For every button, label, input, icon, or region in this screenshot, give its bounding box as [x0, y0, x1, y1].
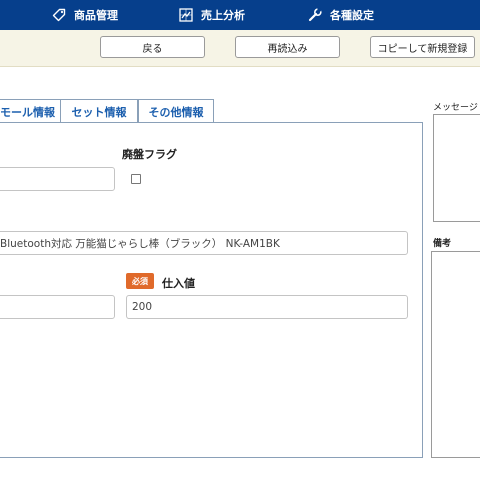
nav-products[interactable]: 商品管理 — [52, 0, 118, 30]
action-toolbar: 戻る 再読込み コピーして新規登録 — [0, 30, 480, 67]
copy-new-button[interactable]: コピーして新規登録 — [370, 36, 475, 58]
price-field[interactable] — [0, 295, 115, 319]
tab-other-info[interactable]: その他情報 — [138, 99, 214, 123]
left-text-field[interactable] — [0, 167, 115, 191]
message-box[interactable] — [433, 114, 480, 222]
nav-products-label: 商品管理 — [74, 9, 118, 22]
nav-sales-label: 売上分析 — [201, 9, 245, 22]
nav-settings[interactable]: 各種設定 — [308, 0, 374, 30]
discontinued-checkbox[interactable] — [131, 174, 141, 184]
reload-button[interactable]: 再読込み — [235, 36, 340, 58]
required-badge: 必須 — [126, 273, 154, 289]
tab-mall-info[interactable]: モール情報 — [0, 99, 61, 123]
notes-textarea[interactable] — [431, 251, 480, 458]
nav-sales[interactable]: 売上分析 — [179, 0, 245, 30]
top-navigation-bar: 商品管理 売上分析 各種設定 — [0, 0, 480, 30]
discontinued-flag-label: 廃盤フラグ — [122, 148, 177, 161]
nav-settings-label: 各種設定 — [330, 9, 374, 22]
chart-icon — [179, 8, 193, 22]
product-name-field[interactable]: Bluetooth対応 万能猫じゃらし棒（ブラック） NK-AM1BK — [0, 231, 408, 255]
cost-price-field[interactable]: 200 — [126, 295, 408, 319]
cost-price-label: 仕入値 — [162, 277, 195, 290]
notes-label: 備考 — [433, 239, 452, 249]
tab-set-info[interactable]: セット情報 — [60, 99, 138, 123]
message-label: メッセージ — [433, 103, 478, 113]
tag-icon — [52, 8, 66, 22]
wrench-icon — [308, 8, 322, 22]
back-button[interactable]: 戻る — [100, 36, 205, 58]
